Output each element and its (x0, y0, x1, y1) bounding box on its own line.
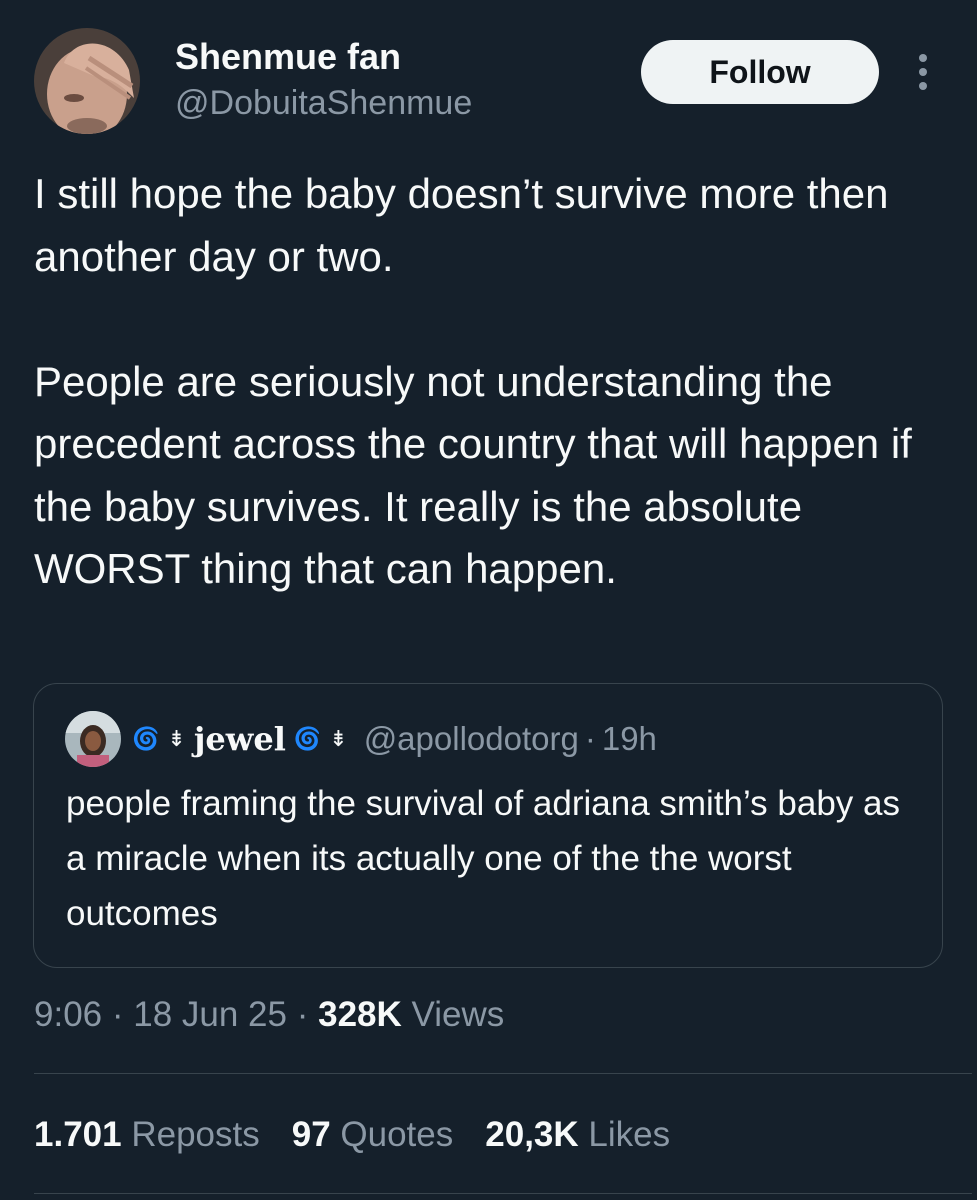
quoted-tweet-time[interactable]: 19h (602, 720, 657, 758)
likes-stat[interactable]: 20,3K Likes (485, 1115, 670, 1155)
tweet-meta: 9:06 · 18 Jun 25 · 328K Views (34, 995, 504, 1035)
engagement-stats: 1.701 Reposts 97 Quotes 20,3K Likes (34, 1115, 670, 1155)
quoted-user-name[interactable]: jewel (194, 720, 286, 758)
tweet-time[interactable]: 9:06 (34, 995, 102, 1034)
divider (34, 1073, 972, 1074)
dot-separator: · (296, 995, 309, 1034)
reposts-count: 1.701 (34, 1115, 122, 1154)
quoted-tweet-header: 🌀 ⇟ jewel 🌀 ⇟ @apollodotorg · 19h (132, 714, 657, 764)
reposts-stat[interactable]: 1.701 Reposts (34, 1115, 260, 1155)
cyclone-emoji: 🌀 (293, 726, 322, 751)
divider (34, 1193, 972, 1194)
cyclone-emoji: 🌀 (132, 726, 160, 751)
reposts-label: Reposts (131, 1115, 260, 1154)
views-count: 328K (318, 995, 402, 1034)
dot-separator: · (111, 995, 124, 1034)
quoted-user-avatar-icon (65, 711, 121, 767)
vertical-ellipsis-icon[interactable] (908, 52, 938, 92)
author-handle[interactable]: @DobuitaShenmue (175, 84, 472, 123)
quoted-tweet-text: people framing the survival of adriana s… (66, 784, 900, 933)
author-display-name[interactable]: Shenmue fan (175, 36, 401, 78)
follow-button[interactable]: Follow (641, 40, 879, 104)
quotes-count: 97 (291, 1115, 331, 1154)
likes-label: Likes (588, 1115, 671, 1154)
quotes-stat[interactable]: 97 Quotes (292, 1115, 454, 1155)
quoted-tweet-card[interactable]: 🌀 ⇟ jewel 🌀 ⇟ @apollodotorg · 19h people… (33, 683, 943, 968)
author-avatar[interactable] (34, 28, 140, 134)
person-facepalm-avatar-icon (34, 28, 140, 134)
arrows-emoji: ⇟ (167, 726, 186, 751)
quoted-user-handle[interactable]: @apollodotorg (364, 720, 579, 758)
views-label: Views (411, 995, 505, 1034)
arrows-emoji: ⇟ (329, 726, 348, 751)
quoted-user-avatar[interactable] (65, 711, 121, 767)
tweet-text: I still hope the baby doesn’t survive mo… (34, 170, 912, 592)
quotes-label: Quotes (340, 1115, 454, 1154)
tweet-date[interactable]: 18 Jun 25 (133, 995, 287, 1034)
likes-count: 20,3K (485, 1115, 579, 1154)
dot-separator: · (584, 720, 596, 757)
